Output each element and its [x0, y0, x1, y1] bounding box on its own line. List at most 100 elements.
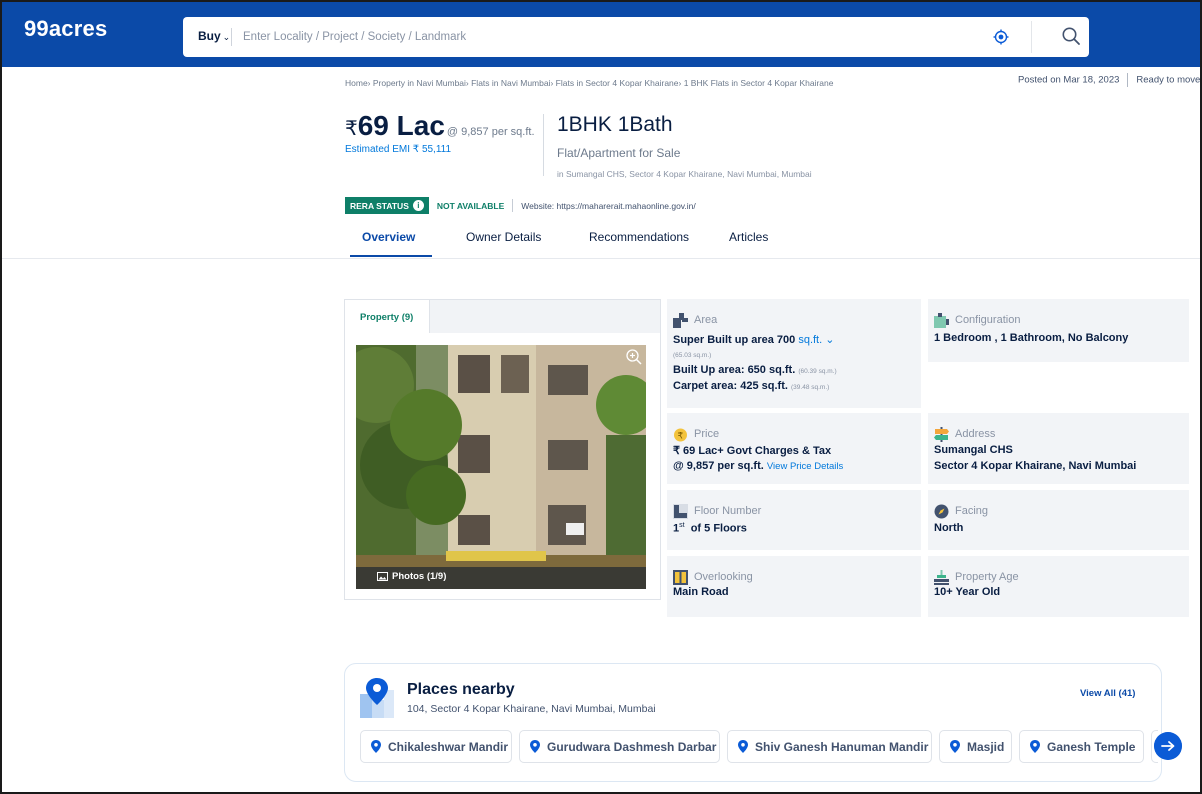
places-nearby-title: Places nearby: [407, 681, 515, 698]
tab-overview[interactable]: Overview: [362, 230, 415, 244]
rera-status-badge[interactable]: RERA STATUS i: [345, 197, 429, 214]
info-icon[interactable]: i: [412, 200, 424, 211]
tab-articles[interactable]: Articles: [729, 230, 768, 244]
unit-dropdown[interactable]: sq.ft. ⌄: [798, 334, 834, 346]
detail-configuration: Configuration 1 Bedroom , 1 Bathroom, No…: [928, 299, 1189, 362]
detail-facing: Facing North: [928, 490, 1189, 550]
divider: [512, 199, 514, 212]
signpost-icon: [934, 427, 949, 442]
place-chip[interactable]: Chikaleshwar Mandir: [360, 730, 512, 763]
place-chip[interactable]: Ganesh Temple: [1019, 730, 1144, 763]
svg-text:₹: ₹: [678, 432, 684, 442]
config-title: 1BHK 1Bath: [557, 113, 673, 136]
building-photo: [356, 345, 646, 589]
detail-label: Address: [955, 428, 996, 440]
posted-date: Posted on Mar 18, 2023: [1018, 74, 1120, 86]
search-input[interactable]: [243, 26, 943, 48]
built-up-value: Built Up area: 650 sq.ft.: [673, 364, 796, 376]
floor-value: 1st of 5 Floors: [673, 522, 747, 535]
floor-total: of 5 Floors: [690, 522, 747, 535]
search-icon[interactable]: [1061, 26, 1081, 46]
place-chip[interactable]: Gurudwara Dashmesh Darbar: [519, 730, 720, 763]
place-chip[interactable]: Masjid: [939, 730, 1012, 763]
tab-owner-details[interactable]: Owner Details: [466, 230, 541, 244]
price-per-sqft-line: @ 9,857 per sq.ft. View Price Details: [673, 460, 843, 472]
built-up-sqm: (60.39 sq.m.): [798, 368, 837, 375]
area-icon: [673, 313, 688, 328]
view-price-details-link[interactable]: View Price Details: [767, 461, 843, 472]
places-nearby-icon: [360, 678, 394, 718]
carousel-next-arrow-icon[interactable]: [1154, 732, 1182, 760]
site-logo[interactable]: 99acres: [24, 16, 107, 42]
gallery-tab-property[interactable]: Property (9): [345, 300, 430, 333]
place-name: Chikaleshwar Mandir: [388, 739, 509, 754]
rera-label: RERA STATUS: [350, 200, 409, 211]
place-name: Ganesh Temple: [1047, 739, 1136, 754]
chevron-down-icon: ⌄: [222, 32, 231, 42]
place-name: Gurudwara Dashmesh Darbar: [547, 739, 717, 754]
divider: [1127, 73, 1129, 87]
posted-info: Posted on Mar 18, 2023 Ready to move: [1018, 73, 1200, 87]
listing-type: Flat/Apartment for Sale: [557, 146, 681, 160]
property-age-icon: [934, 570, 949, 585]
places-nearby-address: 104, Sector 4 Kopar Khairane, Navi Mumba…: [407, 703, 656, 715]
emi-link[interactable]: Estimated EMI ₹ 55,111: [345, 144, 451, 155]
page-frame: 99acres Buy⌄ Home› Property in Navi Mu: [0, 0, 1202, 794]
tab-recommendations[interactable]: Recommendations: [589, 230, 689, 244]
price-per-sqft-value: @ 9,857 per sq.ft.: [673, 460, 764, 472]
breadcrumb[interactable]: Home› Property in Navi Mumbai› Flats in …: [345, 78, 833, 88]
view-all-places-link[interactable]: View All (41): [1080, 688, 1135, 699]
location-pin-icon: [950, 740, 960, 753]
super-built-sqm: (65.03 sq.m.): [673, 352, 712, 359]
detail-area: Area Super Built up area 700 sq.ft. ⌄ (6…: [667, 299, 921, 408]
price-line: ₹ 69 Lac+ Govt Charges & Tax: [673, 445, 832, 457]
possession-status: Ready to move: [1136, 74, 1201, 86]
address-line-2: Sector 4 Kopar Khairane, Navi Mumbai: [934, 460, 1137, 472]
rera-status-value: NOT AVAILABLE: [436, 200, 505, 211]
detail-address: Address Sumangal CHS Sector 4 Kopar Khai…: [928, 413, 1189, 484]
active-tab-indicator: [350, 255, 432, 257]
divider: [543, 114, 544, 176]
search-type-label: Buy: [198, 29, 221, 43]
search-divider: [1031, 21, 1032, 53]
photos-count[interactable]: Photos (1/9): [377, 571, 446, 582]
places-nearby-card: Places nearby 104, Sector 4 Kopar Khaira…: [344, 663, 1182, 782]
floor-icon: [673, 504, 688, 519]
detail-label: Property Age: [955, 571, 1019, 583]
price-per-sqft: @ 9,857 per sq.ft.: [446, 126, 535, 138]
configuration-icon: [934, 313, 949, 328]
detail-label: Price: [694, 428, 720, 440]
photo-gallery: Property (9) Photos (1/9): [344, 299, 661, 600]
place-chip[interactable]: Shiv Ganesh Hanuman Mandir: [727, 730, 932, 763]
overlooking-value: Main Road: [673, 586, 729, 598]
location-pin-icon: [371, 740, 381, 753]
window-icon: [673, 570, 688, 585]
price-tag-icon: ₹: [674, 428, 687, 442]
property-age-value: 10+ Year Old: [934, 586, 1001, 598]
property-photo[interactable]: [356, 345, 646, 589]
detail-property-age: Property Age 10+ Year Old: [928, 556, 1189, 617]
nearby-places-carousel: Chikaleshwar Mandir Gurudwara Dashmesh D…: [360, 730, 1158, 764]
search-bar: Buy ⌄: [183, 17, 1089, 57]
top-header: 99acres Buy ⌄: [2, 2, 1200, 67]
carpet-sqm: (39.48 sq.m.): [791, 384, 830, 391]
search-type-dropdown[interactable]: Buy ⌄: [198, 29, 230, 43]
search-divider: [231, 28, 232, 46]
detail-label: Configuration: [955, 314, 1021, 326]
rupee-symbol: ₹: [345, 118, 358, 140]
divider: [2, 258, 1200, 259]
compass-icon: [934, 504, 949, 519]
location-pin-icon: [530, 740, 540, 753]
location-pin-icon: [738, 740, 748, 753]
address-line-1: Sumangal CHS: [934, 444, 1013, 456]
super-built-area: Super Built up area 700 sq.ft. ⌄: [673, 333, 834, 346]
place-name: Shiv Ganesh Hanuman Mandir: [755, 739, 929, 754]
image-icon: [377, 572, 388, 581]
built-up-area: Built Up area: 650 sq.ft. (60.39 sq.m.): [673, 364, 837, 376]
price-block: ₹69 Lac @ 9,857 per sq.ft.: [345, 110, 535, 142]
carpet-value: Carpet area: 425 sq.ft.: [673, 380, 788, 392]
gallery-tab-strip: Property (9): [345, 300, 660, 333]
zoom-in-icon[interactable]: [625, 348, 643, 366]
rera-website: Website: https://maharerait.mahaonline.g…: [521, 200, 696, 211]
location-target-icon[interactable]: [993, 29, 1009, 45]
